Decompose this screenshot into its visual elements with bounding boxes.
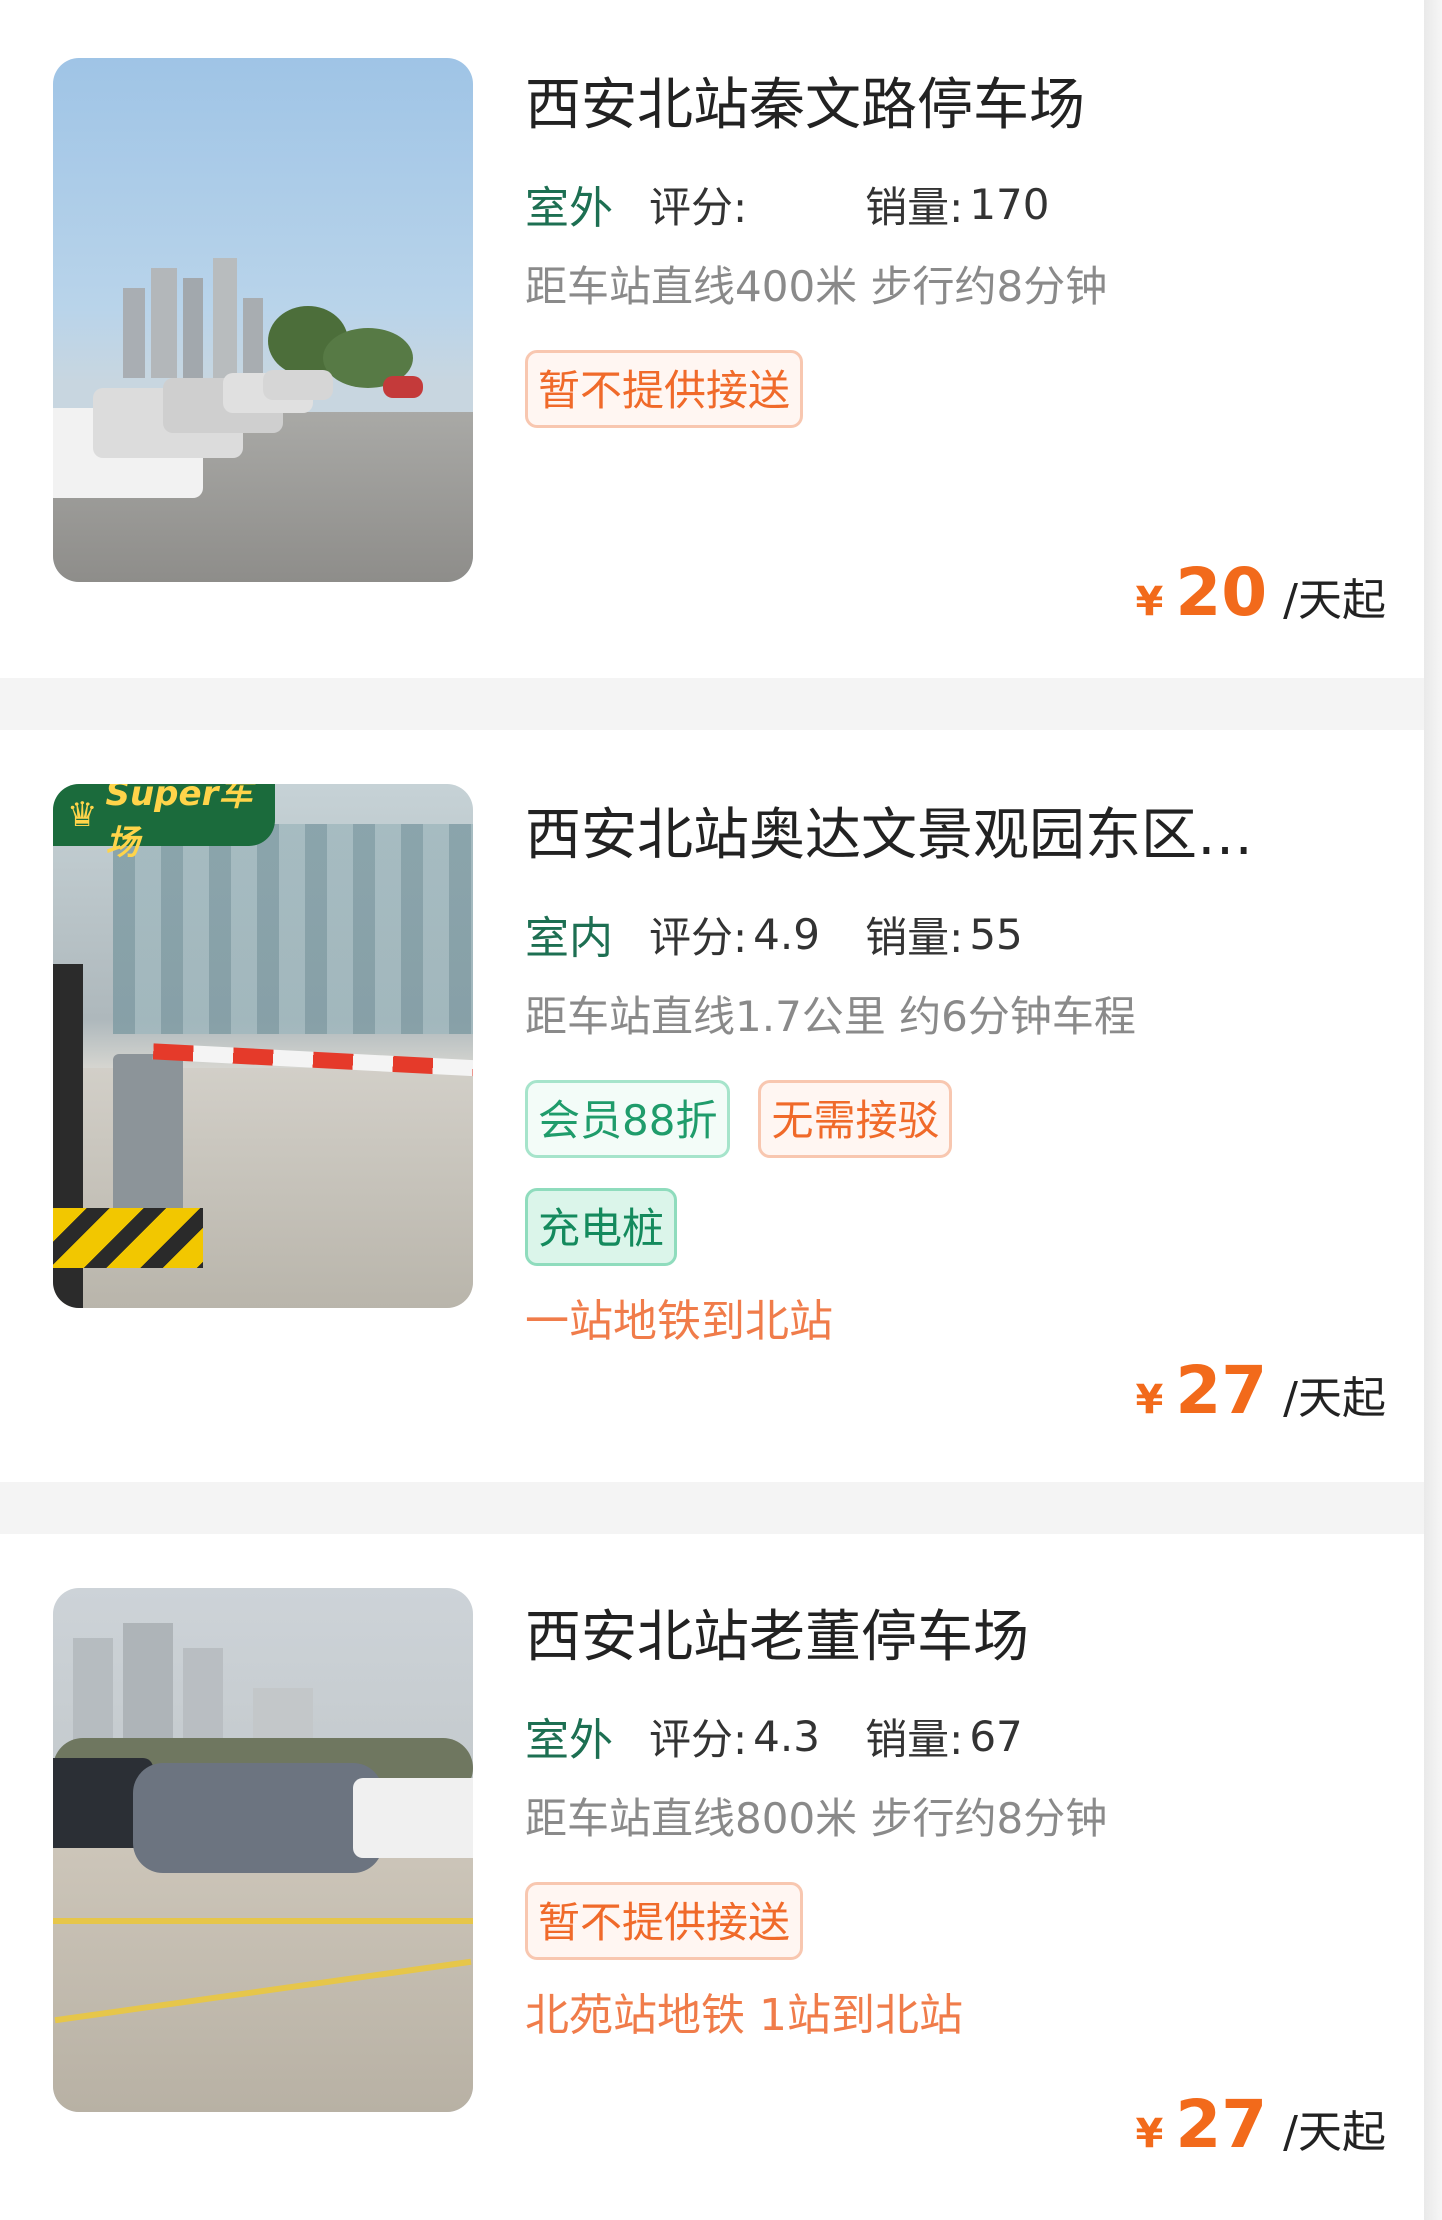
environment-tag: 室内 — [521, 902, 617, 974]
no-shuttle-tag: 暂不提供接送 — [525, 1882, 804, 1960]
price-unit: /天起 — [1283, 1373, 1386, 1424]
currency-symbol: ¥ — [1135, 579, 1164, 625]
tag-list: 暂不提供接送 — [525, 350, 1125, 428]
currency-symbol: ¥ — [1135, 1377, 1164, 1423]
no-transfer-tag: 无需接驳 — [758, 1080, 953, 1158]
sales-value: 67 — [969, 1711, 1023, 1761]
distance-text: 距车站直线800米 步行约8分钟 — [525, 1794, 1108, 1843]
rating-label: 评分: — [649, 1714, 748, 1764]
currency-symbol: ¥ — [1135, 2111, 1164, 2157]
sales-label: 销量: — [865, 1714, 964, 1764]
sales-label: 销量: — [865, 912, 964, 962]
parking-lot-photo[interactable] — [53, 1588, 473, 2112]
parking-card[interactable]: 西安北站秦文路停车场 室外 评分: 销量: 170 距车站直线400米 步行约8… — [0, 0, 1424, 678]
rating-value: 4.3 — [753, 1711, 820, 1761]
rating-label: 评分: — [649, 182, 748, 232]
tag-list: 暂不提供接送 — [525, 1882, 1125, 1960]
price-value: 27 — [1175, 1352, 1268, 1429]
sales-label: 销量: — [865, 182, 964, 232]
member-discount-tag: 会员88折 — [525, 1080, 731, 1158]
no-shuttle-tag: 暂不提供接送 — [525, 350, 804, 428]
scrollbar-track[interactable] — [1424, 0, 1442, 2220]
parking-lot-photo[interactable]: ♛ Super车场 — [53, 784, 473, 1308]
parking-title: 西安北站老董停车场 — [525, 1605, 1029, 1670]
environment-tag: 室外 — [521, 172, 617, 244]
parking-lot-photo[interactable] — [53, 58, 473, 582]
promo-text: 一站地铁到北站 — [525, 1296, 833, 1347]
distance-text: 距车站直线400米 步行约8分钟 — [525, 262, 1108, 311]
promo-text: 北苑站地铁 1站到北站 — [525, 1990, 963, 2041]
price-value: 27 — [1175, 2086, 1268, 2163]
parking-title: 西安北站奥达文景观园东区… — [525, 803, 1253, 868]
super-parking-badge: ♛ Super车场 — [53, 784, 275, 863]
parking-meta: 室外 评分: 4.3 销量: 67 — [521, 1708, 1384, 1776]
tag-list: 会员88折 无需接驳 充电桩 — [525, 1080, 1125, 1266]
rating-value: 4.9 — [753, 909, 820, 959]
parking-info: 西安北站秦文路停车场 室外 评分: 销量: 170 距车站直线400米 步行约8… — [521, 66, 1384, 428]
super-badge-label: Super车场 — [105, 784, 253, 863]
rating-label: 评分: — [649, 912, 748, 962]
parking-info: 西安北站奥达文景观园东区… 室内 评分: 4.9 销量: 55 距车站直线1.7… — [521, 796, 1384, 1352]
parking-info: 西安北站老董停车场 室外 评分: 4.3 销量: 67 距车站直线800米 步行… — [521, 1598, 1384, 2046]
parking-meta: 室内 评分: 4.9 销量: 55 — [521, 906, 1384, 974]
sales-value: 55 — [969, 909, 1023, 959]
parking-card[interactable]: ♛ Super车场 西安北站奥达文景观园东区… 室内 评分: 4.9 销量: 5… — [0, 730, 1424, 1482]
environment-tag: 室外 — [521, 1704, 617, 1776]
price-block: ¥ 27 /天起 — [1135, 2086, 1386, 2163]
price-block: ¥ 20 /天起 — [1135, 554, 1386, 631]
distance-text: 距车站直线1.7公里 约6分钟车程 — [525, 992, 1136, 1041]
parking-meta: 室外 评分: 销量: 170 — [521, 176, 1384, 244]
price-block: ¥ 27 /天起 — [1135, 1352, 1386, 1429]
price-unit: /天起 — [1283, 2107, 1386, 2158]
parking-title: 西安北站秦文路停车场 — [525, 73, 1085, 138]
parking-card[interactable]: 西安北站老董停车场 室外 评分: 4.3 销量: 67 距车站直线800米 步行… — [0, 1534, 1424, 2220]
crown-icon: ♛ — [67, 795, 98, 835]
parking-list-page: 西安北站秦文路停车场 室外 评分: 销量: 170 距车站直线400米 步行约8… — [0, 0, 1442, 2220]
price-unit: /天起 — [1283, 575, 1386, 626]
price-value: 20 — [1175, 554, 1268, 631]
charging-pile-tag: 充电桩 — [525, 1188, 678, 1266]
sales-value: 170 — [969, 179, 1050, 229]
